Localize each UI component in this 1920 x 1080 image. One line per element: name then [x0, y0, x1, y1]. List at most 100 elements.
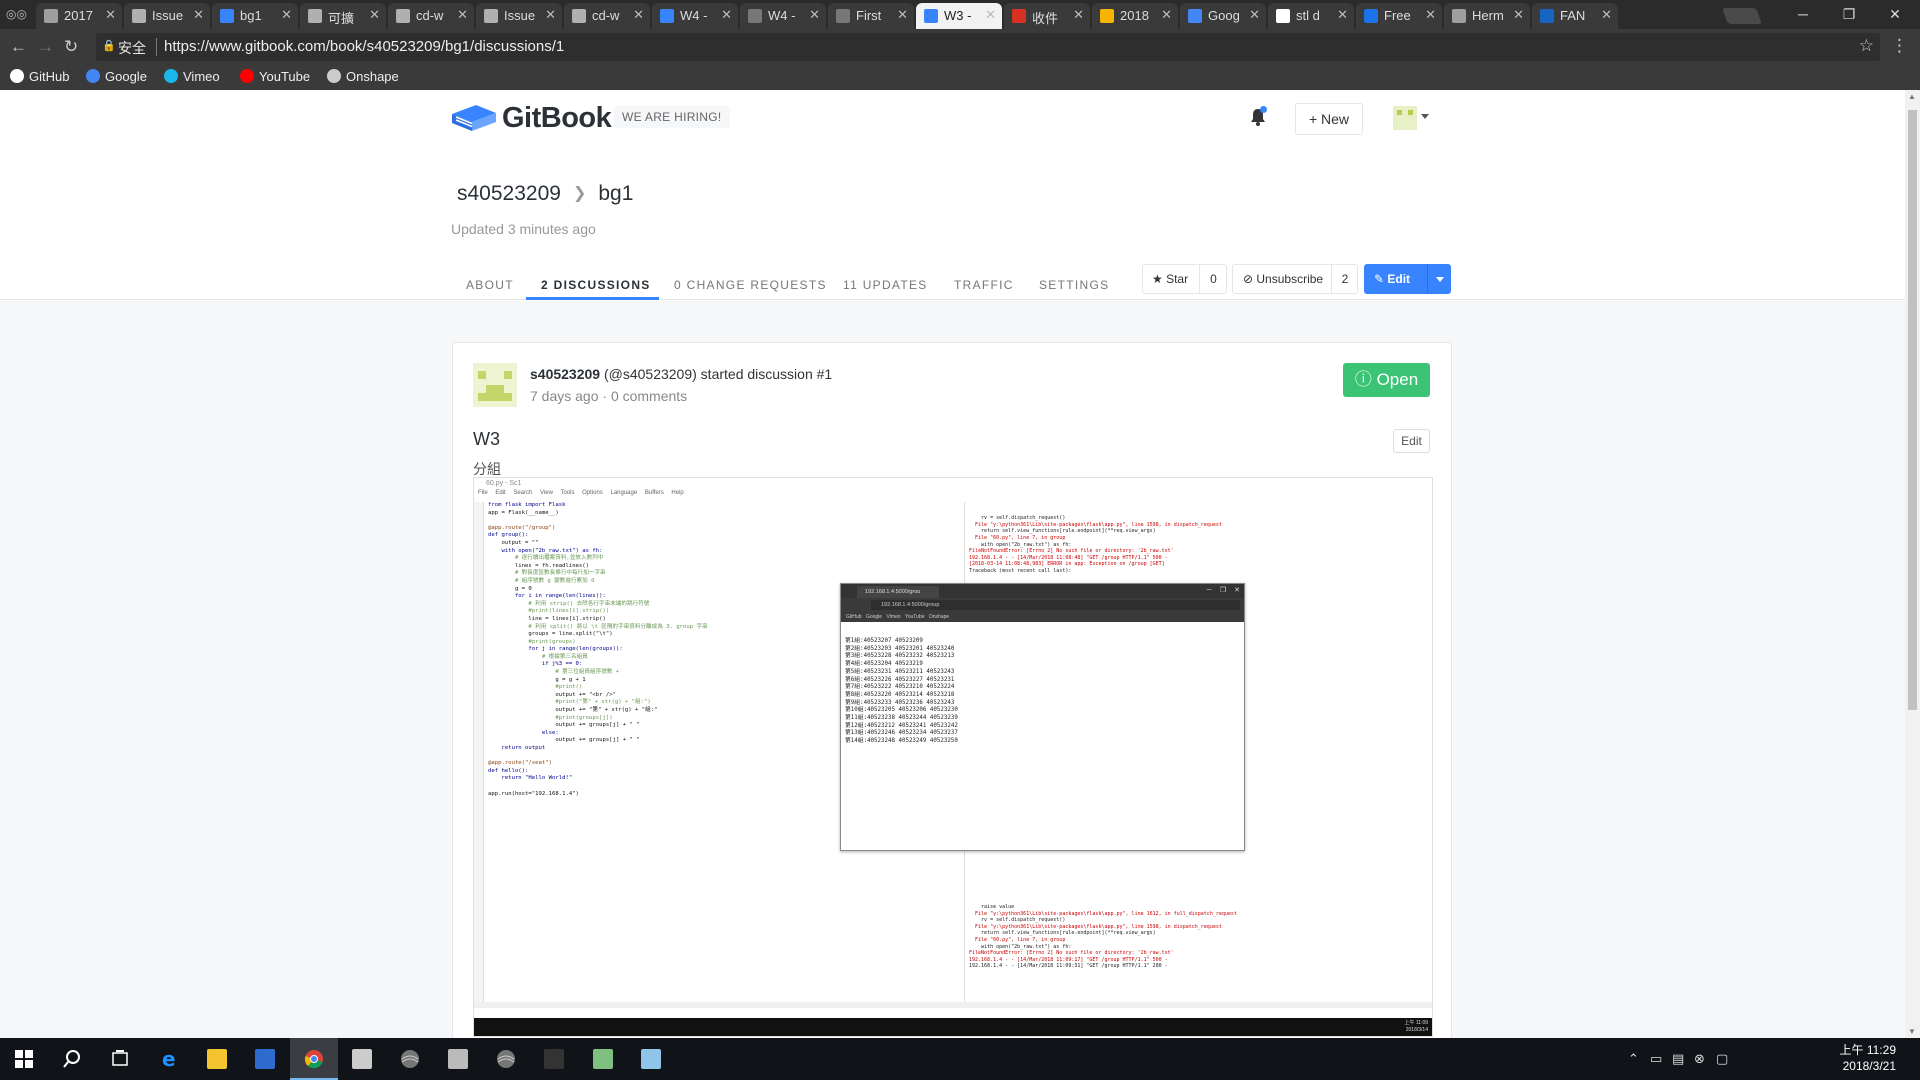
- browser-tab[interactable]: cd-w ✕: [564, 3, 650, 29]
- browser-tab[interactable]: stl d ✕: [1268, 3, 1354, 29]
- tab-close-icon[interactable]: ✕: [985, 7, 996, 23]
- breadcrumb-book[interactable]: bg1: [598, 182, 633, 205]
- network-icon[interactable]: ▭: [1650, 1051, 1662, 1067]
- new-button[interactable]: + New: [1295, 103, 1363, 135]
- star-button[interactable]: ★ Star: [1152, 265, 1188, 293]
- tab-close-icon[interactable]: ✕: [369, 7, 380, 23]
- minimize-button[interactable]: ─: [1780, 3, 1826, 25]
- user-avatar[interactable]: [1393, 106, 1417, 130]
- tab-close-icon[interactable]: ✕: [721, 7, 732, 23]
- bookmark-google[interactable]: Google: [86, 69, 147, 86]
- tab-close-icon[interactable]: ✕: [809, 7, 820, 23]
- unsubscribe-button[interactable]: ⊘ Unsubscribe: [1243, 265, 1323, 293]
- bookmark-star-icon[interactable]: ☆: [1859, 36, 1874, 56]
- author-avatar[interactable]: [473, 363, 517, 407]
- app-sphere-icon[interactable]: [386, 1038, 434, 1080]
- app-sphere2-icon[interactable]: [482, 1038, 530, 1080]
- tab-change-requests[interactable]: 0 CHANGE REQUESTS: [674, 278, 827, 292]
- edit-book-label[interactable]: ✎ Edit: [1374, 264, 1410, 294]
- file-explorer-icon[interactable]: [193, 1038, 241, 1080]
- tab-close-icon[interactable]: ✕: [1601, 7, 1612, 23]
- bookmark-onshape[interactable]: Onshape: [327, 69, 399, 86]
- browser-tab[interactable]: Issue ✕: [124, 3, 210, 29]
- tray-expand-icon[interactable]: ⌃: [1628, 1051, 1639, 1067]
- clock[interactable]: 上午 11:29 2018/3/21: [1840, 1042, 1896, 1074]
- unsubscribe-button-group[interactable]: ⊘ Unsubscribe 2: [1232, 264, 1358, 294]
- forward-icon[interactable]: →: [37, 37, 54, 57]
- tab-discussions[interactable]: 2 DISCUSSIONS: [541, 278, 651, 292]
- brand-name[interactable]: GitBook: [502, 102, 612, 135]
- tab-close-icon[interactable]: ✕: [1425, 7, 1436, 23]
- edge-icon[interactable]: e: [145, 1038, 193, 1080]
- hiring-badge[interactable]: WE ARE HIRING!: [614, 106, 730, 128]
- app-dark-icon[interactable]: [530, 1038, 578, 1080]
- tab-traffic[interactable]: TRAFFIC: [954, 278, 1014, 292]
- browser-tab[interactable]: bg1 ✕: [212, 3, 298, 29]
- browser-tab[interactable]: 2017 ✕: [36, 3, 122, 29]
- tab-close-icon[interactable]: ✕: [1337, 7, 1348, 23]
- tab-about[interactable]: ABOUT: [466, 278, 514, 292]
- tab-updates[interactable]: 11 UPDATES: [843, 278, 928, 292]
- scrollbar-thumb[interactable]: [1908, 110, 1917, 710]
- browser-tab[interactable]: FAN ✕: [1532, 3, 1618, 29]
- edit-dropdown-chevron-icon[interactable]: [1436, 277, 1444, 282]
- url-text[interactable]: https://www.gitbook.com/book/s40523209/b…: [164, 38, 564, 55]
- tab-close-icon[interactable]: ✕: [1249, 7, 1260, 23]
- tab-close-icon[interactable]: ✕: [545, 7, 556, 23]
- browser-tab[interactable]: 可擴 ✕: [300, 3, 386, 29]
- scroll-down-icon[interactable]: ▼: [1908, 1027, 1916, 1036]
- edit-book-button[interactable]: ✎ Edit: [1364, 264, 1451, 294]
- volume-icon[interactable]: ▤: [1672, 1051, 1684, 1067]
- tab-close-icon[interactable]: ✕: [897, 7, 908, 23]
- tab-close-icon[interactable]: ✕: [457, 7, 468, 23]
- browser-tab[interactable]: W3 - ✕: [916, 3, 1002, 29]
- chrome-icon[interactable]: [290, 1038, 338, 1080]
- tab-close-icon[interactable]: ✕: [1513, 7, 1524, 23]
- browser-tab[interactable]: W4 - ✕: [652, 3, 738, 29]
- app-notepad-icon[interactable]: [627, 1038, 675, 1080]
- scroll-up-icon[interactable]: ▲: [1908, 92, 1916, 101]
- tab-settings[interactable]: SETTINGS: [1039, 278, 1109, 292]
- browser-tab[interactable]: Goog ✕: [1180, 3, 1266, 29]
- security-icon[interactable]: ⊗: [1694, 1051, 1705, 1067]
- browser-tab[interactable]: Free ✕: [1356, 3, 1442, 29]
- tab-close-icon[interactable]: ✕: [633, 7, 644, 23]
- star-button-group[interactable]: ★ Star 0: [1142, 264, 1227, 294]
- back-icon[interactable]: ←: [10, 37, 27, 57]
- search-icon[interactable]: [48, 1038, 96, 1080]
- bookmark-youtube[interactable]: YouTube: [240, 69, 310, 86]
- app-window-icon[interactable]: [434, 1038, 482, 1080]
- terminal-icon[interactable]: [338, 1038, 386, 1080]
- powershell-icon[interactable]: [241, 1038, 289, 1080]
- edit-discussion-button[interactable]: Edit: [1393, 429, 1430, 453]
- tab-close-icon[interactable]: ✕: [1161, 7, 1172, 23]
- author-handle[interactable]: s40523209: [530, 366, 600, 382]
- browser-tab[interactable]: 收件 ✕: [1004, 3, 1090, 29]
- task-view-icon[interactable]: [96, 1038, 144, 1080]
- gitbook-logo-icon[interactable]: [450, 103, 498, 133]
- bookmark-github[interactable]: GitHub: [10, 69, 69, 86]
- browser-tab[interactable]: W4 - ✕: [740, 3, 826, 29]
- close-window-button[interactable]: ✕: [1872, 3, 1918, 25]
- page-scrollbar[interactable]: ▲ ▼: [1905, 90, 1920, 1038]
- url-field[interactable]: 🔒 安全 https://www.gitbook.com/book/s40523…: [96, 33, 1880, 61]
- tab-close-icon[interactable]: ✕: [281, 7, 292, 23]
- tab-close-icon[interactable]: ✕: [105, 7, 116, 23]
- chevron-down-icon[interactable]: [1421, 114, 1429, 119]
- new-tab-button[interactable]: [1722, 8, 1762, 24]
- notification-bell-icon[interactable]: [1250, 106, 1267, 126]
- tab-close-icon[interactable]: ✕: [193, 7, 204, 23]
- tab-close-icon[interactable]: ✕: [1073, 7, 1084, 23]
- reload-icon[interactable]: ↻: [64, 37, 78, 57]
- windows-start-icon[interactable]: [0, 1038, 48, 1080]
- more-menu-icon[interactable]: ⋮: [1891, 36, 1908, 56]
- chrome-user-icon[interactable]: ◎◎: [6, 7, 27, 21]
- breadcrumb-owner[interactable]: s40523209: [457, 182, 561, 205]
- notification-icon[interactable]: ▢: [1716, 1051, 1728, 1067]
- browser-tab[interactable]: First ✕: [828, 3, 914, 29]
- bookmark-vimeo[interactable]: Vimeo: [164, 69, 220, 86]
- browser-tab[interactable]: Issue ✕: [476, 3, 562, 29]
- restore-button[interactable]: ❐: [1826, 3, 1872, 25]
- browser-tab[interactable]: 2018 ✕: [1092, 3, 1178, 29]
- browser-tab[interactable]: Herm ✕: [1444, 3, 1530, 29]
